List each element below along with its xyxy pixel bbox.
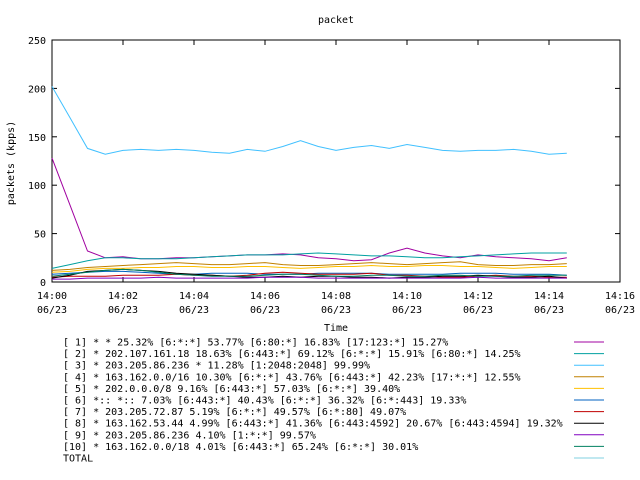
y-axis-ticks: 0 50 100 150 200 250 <box>28 36 620 289</box>
series-line-1 <box>51 157 567 262</box>
y-tick-label: 0 <box>40 278 46 289</box>
legend-label: [ 1] * * 25.32% [6:*:*] 53.77% [6:80:*] … <box>63 338 448 349</box>
legend-label: [ 5] * 202.0.0.0/8 9.16% [6:443:*] 57.03… <box>63 384 400 395</box>
legend-label: [ 3] * 203.205.86.236 * 11.28% [1:2048:2… <box>63 361 370 372</box>
series-line-4 <box>51 261 567 271</box>
x-tick-label-time: 14:16 <box>605 291 635 302</box>
x-tick-label-time: 14:00 <box>37 291 67 302</box>
x-tick-label-date: 06/23 <box>534 305 564 316</box>
legend-label: [10] * 163.162.0.0/18 4.01% [6:443:*] 65… <box>63 442 418 453</box>
y-tick-label: 100 <box>28 181 46 192</box>
series-lines <box>51 86 567 280</box>
legend-label: [ 4] * 163.162.0.0/16 10.30% [6:*:*] 43.… <box>63 372 521 383</box>
chart: packet packets (kpps) Time 0 50 100 150 200 2… <box>6 15 635 465</box>
x-axis-label: Time <box>324 323 348 334</box>
series-line-2 <box>51 252 567 269</box>
legend-label: [ 9] * 203.205.86.236 4.10% [1:*:*] 99.5… <box>63 430 316 441</box>
legend-label: TOTAL <box>63 454 93 465</box>
x-tick-label-date: 06/23 <box>250 305 280 316</box>
y-tick-label: 250 <box>28 36 46 47</box>
y-tick-label: 150 <box>28 133 46 144</box>
x-tick-label-time: 14:02 <box>108 291 138 302</box>
x-tick-label-date: 06/23 <box>392 305 422 316</box>
series-line-3 <box>51 86 567 155</box>
x-tick-label-date: 06/23 <box>179 305 209 316</box>
x-tick-label-time: 14:06 <box>250 291 280 302</box>
chart-title: packet <box>318 15 354 26</box>
x-tick-label-time: 14:12 <box>463 291 493 302</box>
y-axis-label: packets (kpps) <box>6 121 17 205</box>
x-tick-label-time: 14:08 <box>321 291 351 302</box>
legend: [ 1] * * 25.32% [6:*:*] 53.77% [6:80:*] … <box>63 338 604 465</box>
y-tick-label: 50 <box>34 230 46 241</box>
x-tick-label-date: 06/23 <box>605 305 635 316</box>
x-tick-label-date: 06/23 <box>321 305 351 316</box>
series-line-9 <box>52 276 567 280</box>
x-tick-label-date: 06/23 <box>37 305 67 316</box>
x-tick-label-time: 14:10 <box>392 291 422 302</box>
x-tick-label-time: 14:04 <box>179 291 209 302</box>
legend-label: [ 6] *:: *:: 7.03% [6:443:*] 40.43% [6:*… <box>63 396 466 407</box>
x-tick-label-time: 14:14 <box>534 291 564 302</box>
x-tick-label-date: 06/23 <box>108 305 138 316</box>
legend-label: [ 8] * 163.162.53.44 4.99% [6:443:*] 41.… <box>63 419 563 430</box>
y-tick-label: 200 <box>28 84 46 95</box>
legend-label: [ 7] * 203.205.72.87 5.19% [6:*:*] 49.57… <box>63 407 406 418</box>
legend-label: [ 2] * 202.107.161.18 18.63% [6:443:*] 6… <box>63 349 521 360</box>
x-tick-label-date: 06/23 <box>463 305 493 316</box>
plot-frame <box>51 39 621 283</box>
